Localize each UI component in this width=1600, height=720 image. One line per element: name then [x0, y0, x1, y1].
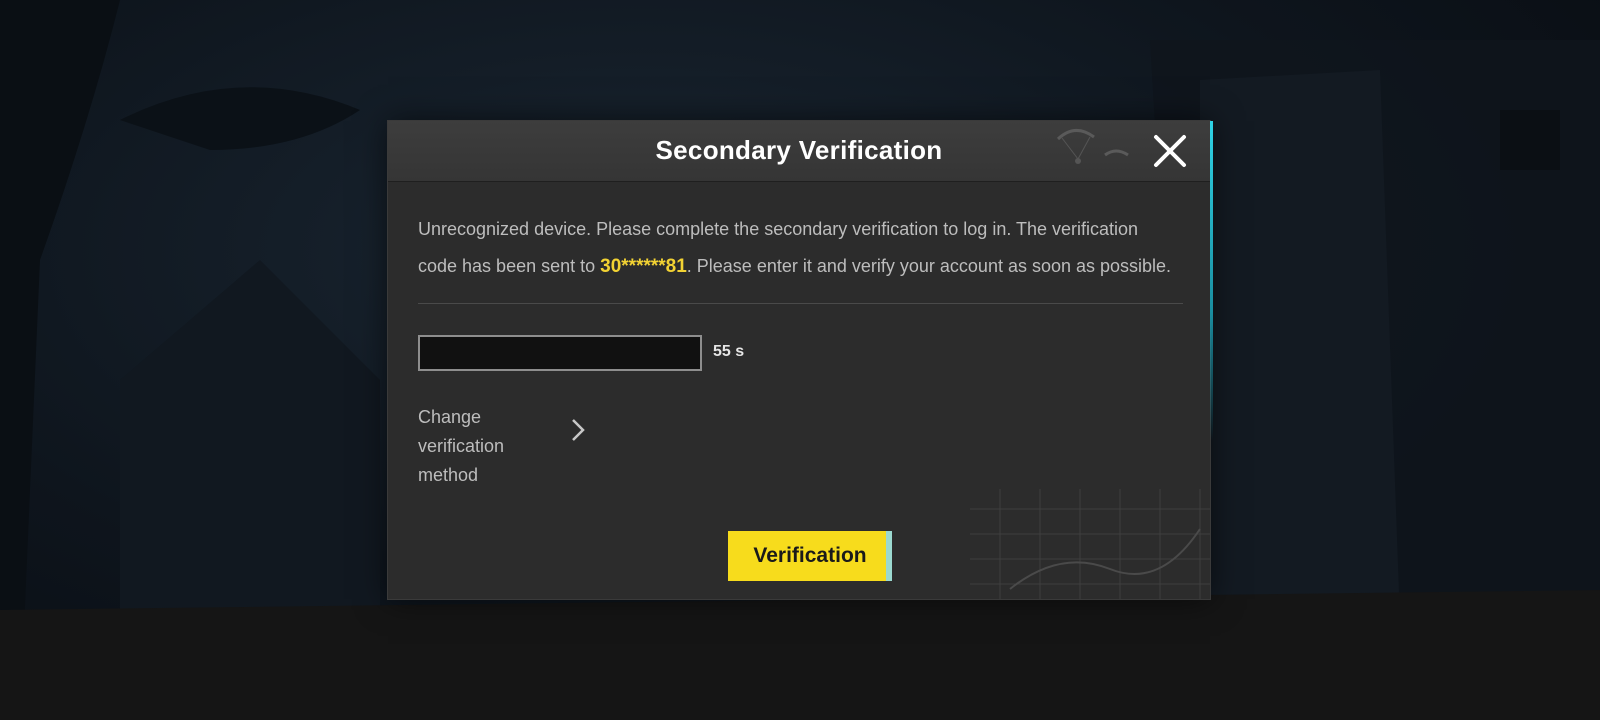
- map-grid-decoration: [970, 489, 1210, 599]
- change-verification-method-link[interactable]: Change verification method: [418, 403, 598, 485]
- secondary-verification-dialog: Secondary Verification Unrecognized devi…: [388, 121, 1213, 599]
- resend-countdown: 55 s: [713, 343, 745, 360]
- verification-code-input[interactable]: [418, 335, 702, 371]
- close-icon: [1154, 135, 1186, 167]
- close-button[interactable]: [1150, 131, 1190, 171]
- dialog-accent-bar: [1210, 121, 1213, 441]
- dialog-header: Secondary Verification: [388, 121, 1210, 182]
- dialog-title: Secondary Verification: [655, 135, 943, 165]
- verification-message: Unrecognized device. Please complete the…: [418, 211, 1178, 285]
- change-method-label: Change verification method: [418, 407, 505, 485]
- verification-button[interactable]: Verification: [728, 531, 892, 581]
- chevron-right-icon: [572, 419, 585, 441]
- divider: [418, 303, 1183, 304]
- message-text-part2: . Please enter it and verify your accoun…: [686, 256, 1172, 276]
- masked-phone-number: 30******81: [600, 256, 687, 277]
